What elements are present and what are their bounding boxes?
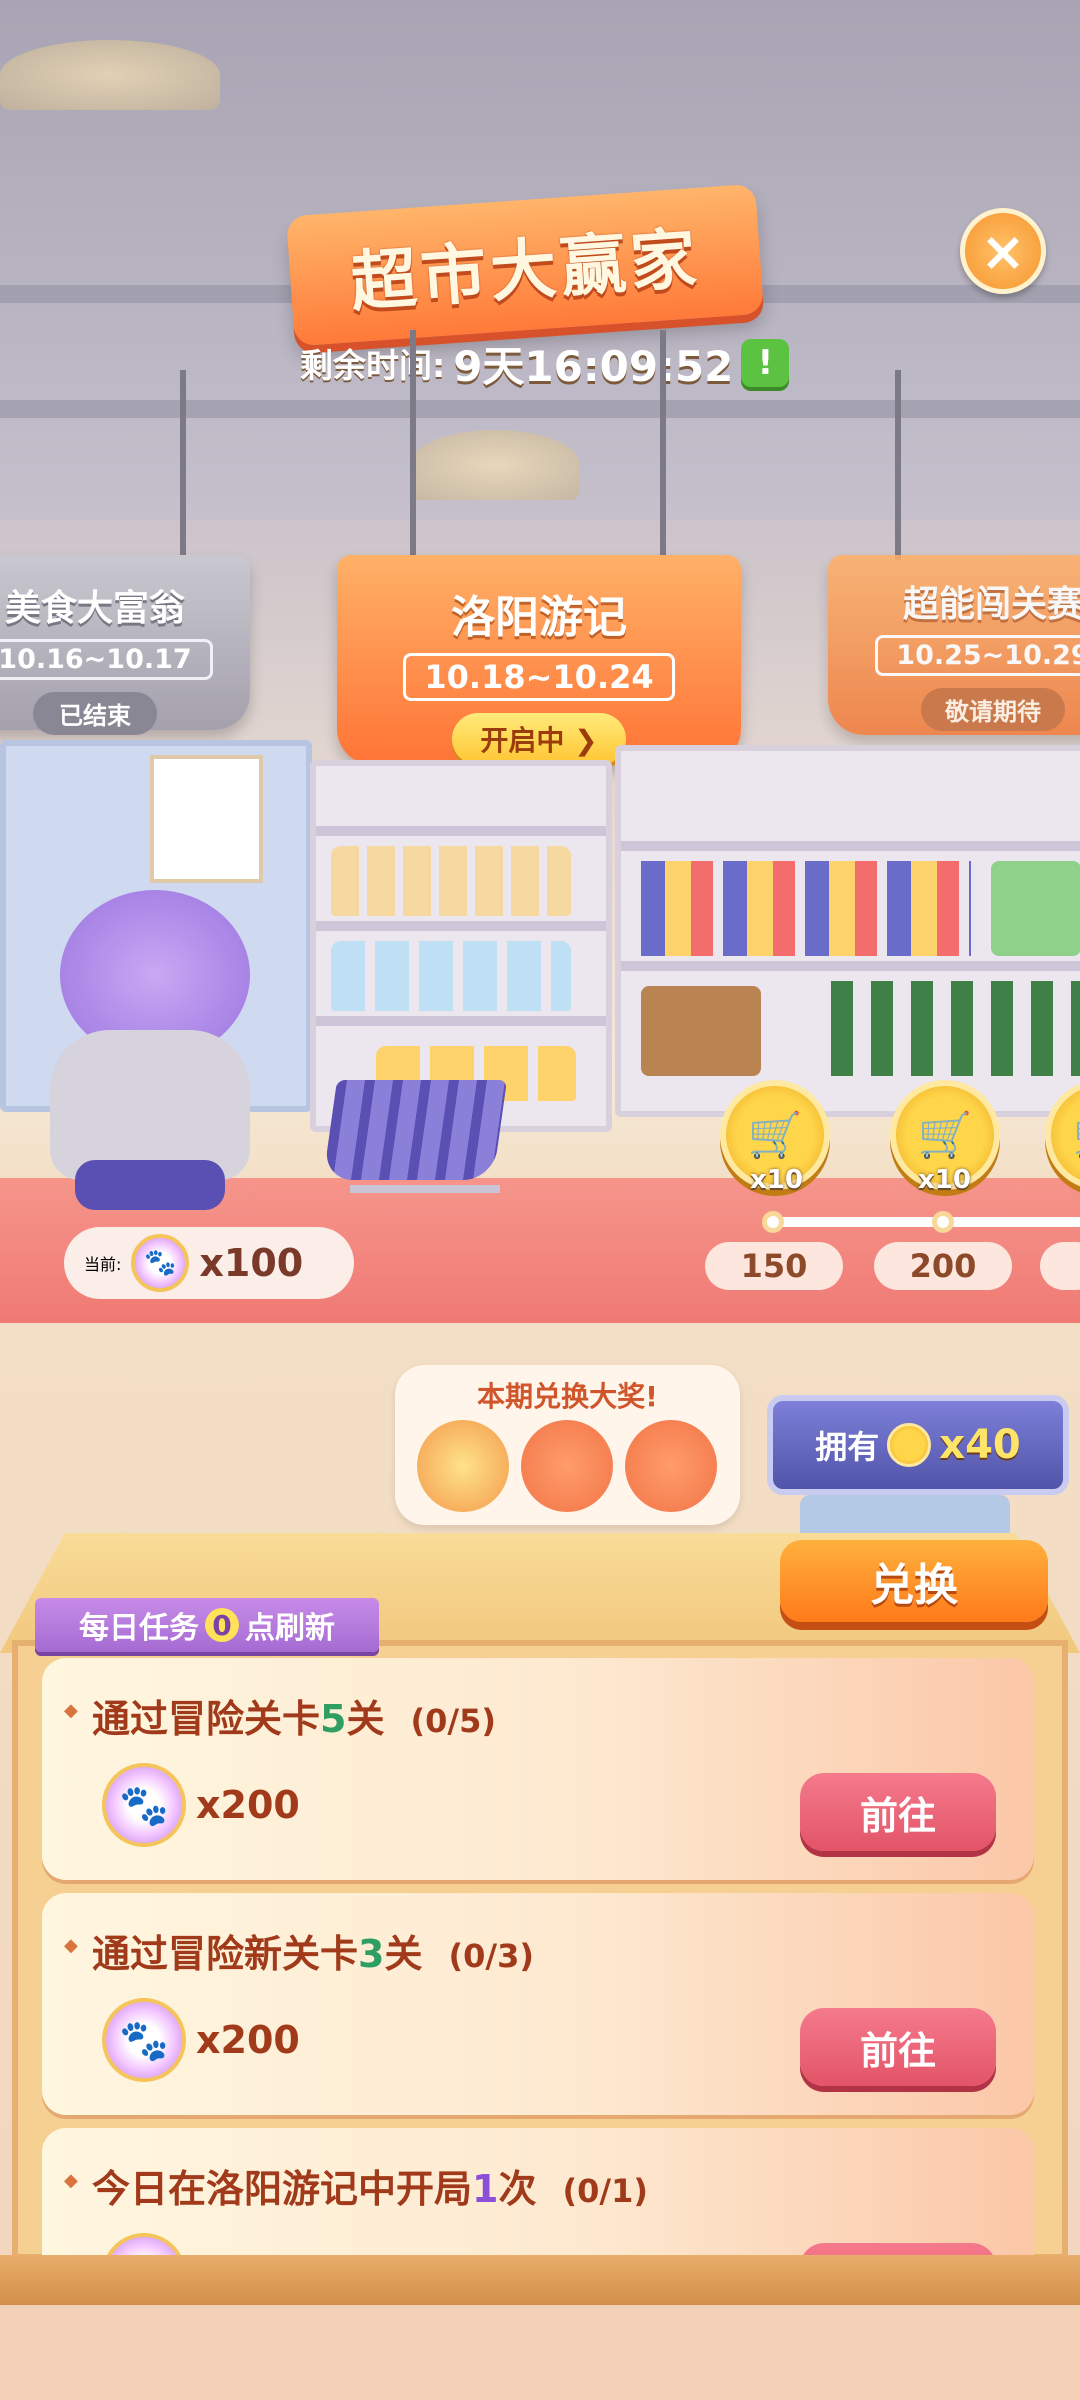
green-bottles xyxy=(831,981,1080,1076)
bottles xyxy=(331,846,571,916)
paw-token-icon xyxy=(131,1234,190,1292)
stage-title: 洛阳游记 xyxy=(451,592,627,643)
cart-coin-icon xyxy=(887,1423,932,1467)
milestone-dot xyxy=(932,1211,954,1233)
stage-sign-active[interactable]: 洛阳游记 10.18~10.24 开启中 ❯ xyxy=(337,555,741,765)
floor xyxy=(0,2305,1080,2400)
daily-suffix: 点刷新 xyxy=(245,1611,335,1646)
poster xyxy=(150,755,263,883)
package xyxy=(641,986,761,1076)
stage-dates: 10.16~10.17 xyxy=(0,639,213,680)
countdown: 剩余时间: 9天16:09:52 ! xyxy=(300,338,790,391)
sign-rod xyxy=(180,370,186,560)
game-screen: 超市大赢家 剩余时间: 9天16:09:52 ! × 美食大富翁 10.16~1… xyxy=(0,0,1080,2400)
prize-snack-icon xyxy=(417,1420,509,1512)
current-value: x100 xyxy=(199,1241,304,1285)
milestone-dot xyxy=(762,1211,784,1233)
milestone-threshold-partial xyxy=(1040,1242,1080,1290)
ceiling-lamp xyxy=(0,40,220,110)
info-button[interactable]: ! xyxy=(741,339,790,387)
progress-track xyxy=(770,1217,1080,1227)
task-title: 今日在洛阳游记中开局1次(0/1) xyxy=(64,2158,648,2213)
milestone-threshold: 150 xyxy=(705,1242,843,1290)
task-card: 今日在洛阳游记中开局1次(0/1) 前往 xyxy=(42,2128,1034,2255)
countdown-label: 剩余时间: xyxy=(300,346,446,385)
board-bottom xyxy=(0,2255,1080,2305)
shelf-line xyxy=(316,921,606,931)
close-icon: × xyxy=(980,219,1026,283)
event-title: 超市大赢家 xyxy=(348,219,703,322)
milestone-reward: x10 xyxy=(750,1165,803,1195)
stage-dates: 10.18~10.24 xyxy=(403,653,675,701)
ceiling-beam xyxy=(0,400,1080,418)
shopping-cart xyxy=(300,1060,510,1210)
shelf-line xyxy=(621,961,1080,971)
stage-dates: 10.25~10.29 xyxy=(875,635,1080,676)
task-list[interactable]: 通过冒险关卡5关(0/5) x200 前往 通过冒险新关卡3关(0/3) x20… xyxy=(42,1658,1034,2255)
task-card: 通过冒险新关卡3关(0/3) x200 前往 xyxy=(42,1893,1034,2115)
stage-title: 超能闯关赛 xyxy=(902,584,1080,625)
close-button[interactable]: × xyxy=(960,208,1046,294)
snack-boxes xyxy=(641,861,971,956)
exchange-button[interactable]: 兑换 xyxy=(780,1540,1048,1622)
task-title: 通过冒险关卡5关(0/5) xyxy=(64,1688,496,1743)
go-button[interactable]: 前往 xyxy=(800,2243,996,2255)
owned-label: 拥有 xyxy=(815,1428,880,1466)
task-reward: x200 xyxy=(102,1763,300,1847)
daily-prefix: 每日任务 xyxy=(79,1611,199,1646)
sign-rod xyxy=(895,370,901,560)
cat-mascot xyxy=(40,890,310,1220)
milestone-reward: x10 xyxy=(918,1165,971,1195)
task-reward xyxy=(102,2233,186,2255)
cart-frame xyxy=(350,1185,500,1193)
task-reward-value: x200 xyxy=(196,2018,300,2062)
task-progress: (0/3) xyxy=(448,1937,534,1975)
prize-candy-icon xyxy=(625,1420,717,1512)
cart-basket xyxy=(322,1080,508,1180)
bottles xyxy=(331,941,571,1011)
sign-rod xyxy=(660,330,666,560)
task-progress: (0/1) xyxy=(562,2172,648,2210)
stage-status-button[interactable]: 开启中 ❯ xyxy=(452,713,626,765)
product-shelf xyxy=(615,745,1080,1117)
daily-refresh-hour: 0 xyxy=(205,1608,239,1642)
paw-token-icon xyxy=(102,2233,186,2255)
paw-token-icon xyxy=(102,1998,186,2082)
milestone-threshold: 200 xyxy=(874,1242,1012,1290)
ceiling-lamp xyxy=(410,430,580,500)
paw-token-icon xyxy=(102,1763,186,1847)
sign-rod xyxy=(410,330,416,560)
owned-value: x40 xyxy=(939,1422,1021,1468)
stage-title: 美食大富翁 xyxy=(4,588,185,629)
current-paw-count: 当前: x100 xyxy=(64,1227,354,1299)
stage-status: 敬请期待 xyxy=(921,688,1065,731)
task-title: 通过冒险新关卡3关(0/3) xyxy=(64,1923,534,1978)
countdown-value: 9天16:09:52 xyxy=(453,341,734,391)
prize-tomato-icon xyxy=(521,1420,613,1512)
owned-coins: 拥有 x40 xyxy=(767,1395,1069,1495)
shelf-line xyxy=(621,841,1080,851)
snack-bag xyxy=(991,861,1080,956)
current-label: 当前: xyxy=(84,1255,122,1274)
go-button[interactable]: 前往 xyxy=(800,1773,996,1851)
shelf-line xyxy=(316,1016,606,1026)
prize-title: 本期兑换大奖! xyxy=(477,1380,658,1413)
cat-pants xyxy=(75,1160,225,1210)
task-reward-value: x200 xyxy=(196,1783,300,1827)
shelf-line xyxy=(316,826,606,836)
prize-bubble[interactable]: 本期兑换大奖! xyxy=(395,1365,740,1525)
daily-tasks-banner: 每日任务 0 点刷新 xyxy=(35,1598,379,1652)
task-card: 通过冒险关卡5关(0/5) x200 前往 xyxy=(42,1658,1034,1880)
task-progress: (0/5) xyxy=(410,1702,496,1740)
stage-sign-ended[interactable]: 美食大富翁 10.16~10.17 已结束 xyxy=(0,555,250,735)
go-button[interactable]: 前往 xyxy=(800,2008,996,2086)
cat-hoodie xyxy=(50,1030,250,1180)
task-reward: x200 xyxy=(102,1998,300,2082)
stage-sign-upcoming[interactable]: 超能闯关赛 10.25~10.29 敬请期待 xyxy=(828,555,1080,735)
stage-status: 已结束 xyxy=(33,692,157,735)
